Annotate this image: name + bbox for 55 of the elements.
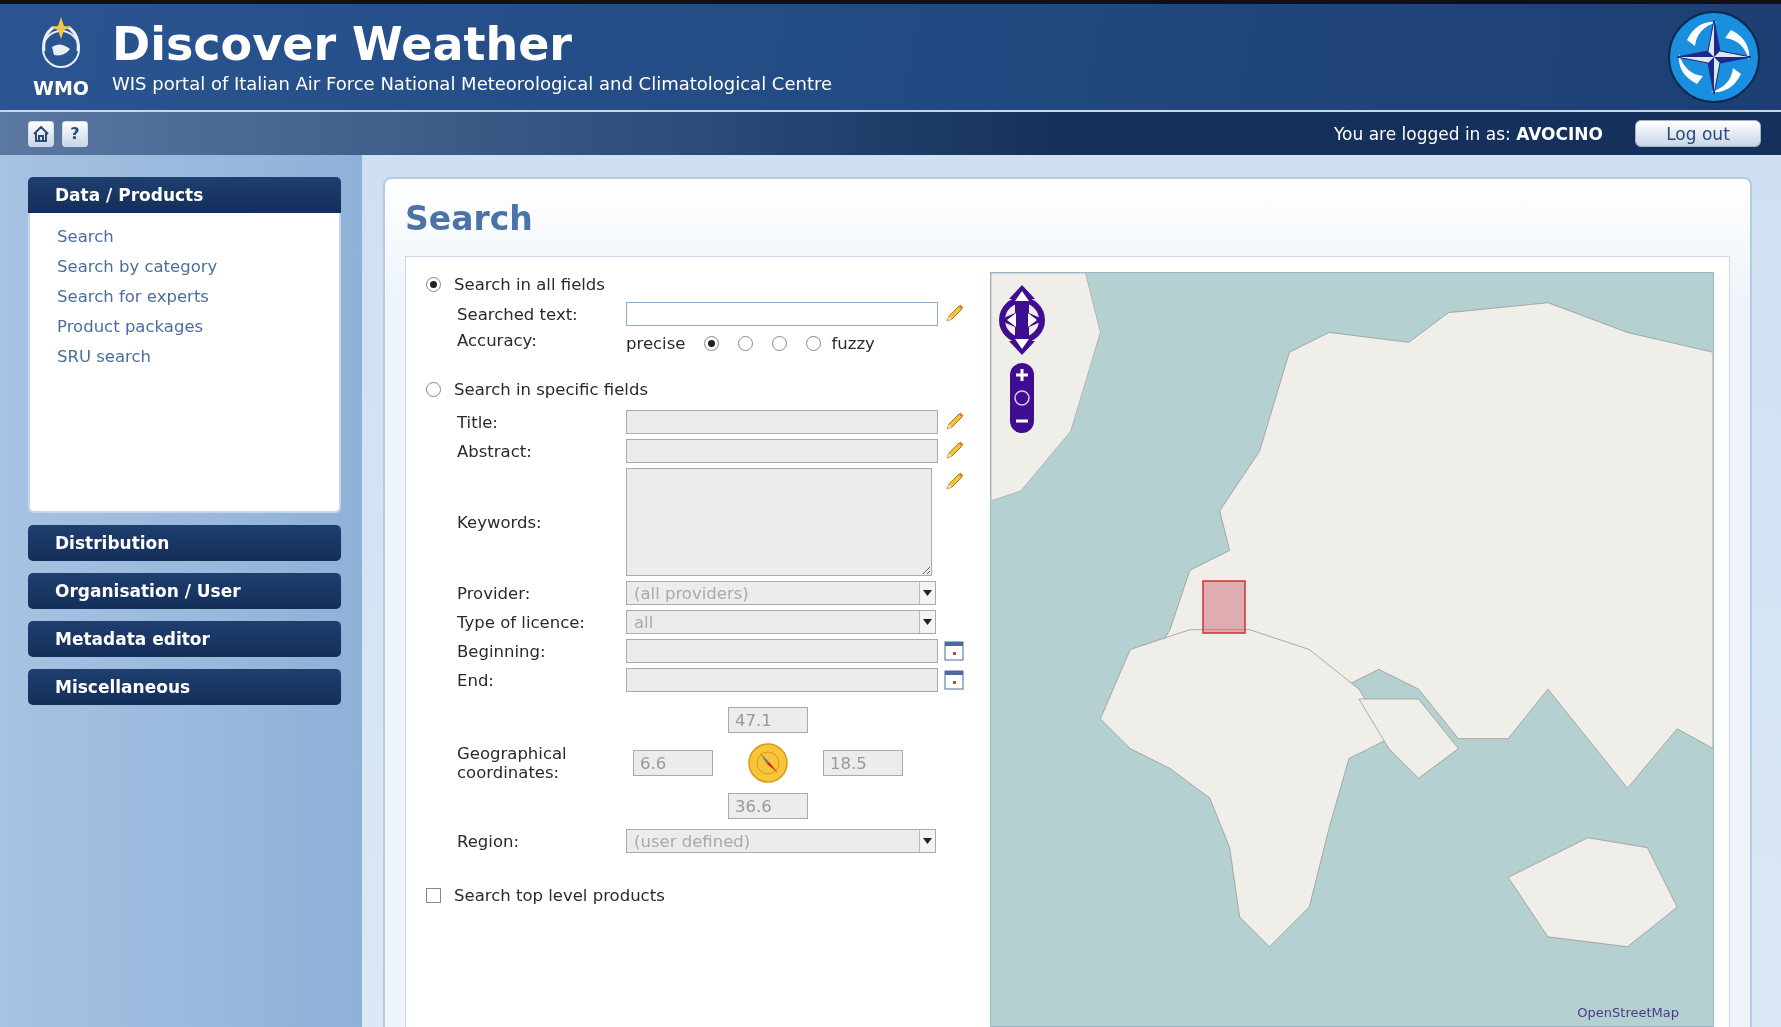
login-status: You are logged in as: AVOCINO [1333,123,1603,144]
menu-section-header[interactable]: Distribution [28,525,341,561]
field-label: Provider: [457,583,532,603]
menu-link[interactable]: Search for experts [57,287,339,306]
menu-section-header[interactable]: Data / Products [28,177,341,213]
radio-button[interactable] [704,336,720,351]
field-label: Title: [457,412,499,432]
checkbox[interactable] [426,887,441,903]
help-button[interactable]: ? [62,120,88,147]
calendar-icon[interactable] [944,641,964,661]
home-button[interactable] [28,120,54,147]
menu-link[interactable]: SRU search [57,347,339,366]
field-label: Type of licence: [457,612,586,632]
radio-label: Search in specific fields [454,379,648,399]
field-label: End: [457,670,495,690]
map-attribution: OpenStreetMap [1577,1005,1679,1020]
checkbox-label: Search top level products [454,885,665,905]
radio-button[interactable] [426,381,441,397]
site-title: Discover Weather [112,20,574,69]
radio-button[interactable] [772,336,788,351]
field-label: Region: [457,831,521,851]
zoom-control[interactable] [1010,363,1034,433]
menu-section-header[interactable]: Miscellaneous [28,669,341,705]
logo-text: WMO [33,77,89,99]
field-label: Beginning: [457,641,547,661]
page-title: Search [405,199,534,238]
menu-link[interactable]: Search by category [57,257,339,276]
pan-control[interactable] [999,285,1045,355]
scale-label: fuzzy [831,334,875,353]
field-label: Geographical coordinates: [457,744,568,782]
field-label: Accuracy: [457,331,538,350]
pencil-icon[interactable] [943,303,965,325]
pencil-icon[interactable] [943,471,965,493]
menu-section-header[interactable]: Metadata editor [28,621,341,657]
caret-icon [923,619,932,625]
pencil-icon[interactable] [943,440,965,462]
site-subtitle: WIS portal of Italian Air Force National Meteorological and Climatological Centre [112,72,834,94]
menu-section-header[interactable]: Organisation / User [28,573,341,609]
selection-rectangle [1202,580,1246,634]
menu-link[interactable]: Search [57,227,339,246]
radio-button[interactable] [426,276,441,292]
caret-icon [923,838,932,844]
menu-link[interactable]: Product packages [57,317,339,336]
field-label: Searched text: [457,304,579,324]
radio-button[interactable] [738,336,754,351]
radio-button[interactable] [806,336,822,351]
caret-icon [923,590,932,596]
field-label: Keywords: [457,512,543,532]
scale-label: precise [626,334,686,353]
pencil-icon[interactable] [943,411,965,433]
logout-button[interactable]: Log out [1635,120,1761,147]
radio-label: Search in all fields [454,274,605,294]
field-label: Abstract: [457,441,533,461]
calendar-icon[interactable] [944,670,964,690]
search-text-field[interactable] [626,302,938,326]
